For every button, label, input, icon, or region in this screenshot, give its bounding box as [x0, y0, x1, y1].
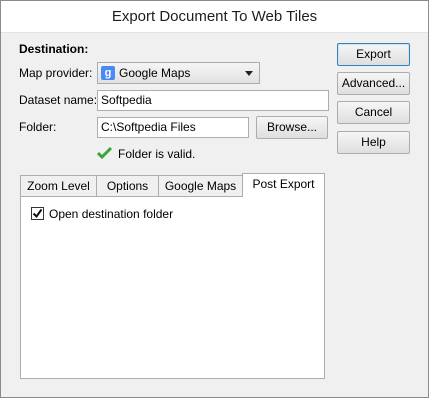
open-folder-checkbox[interactable]: [31, 207, 44, 220]
checkmark-icon: [97, 146, 112, 160]
map-provider-label: Map provider:: [19, 66, 93, 80]
folder-input[interactable]: C:\Softpedia Files: [97, 117, 249, 138]
google-maps-icon: g: [101, 66, 115, 80]
folder-label: Folder:: [19, 120, 57, 134]
tab-google-maps[interactable]: Google Maps: [158, 175, 243, 196]
dataset-name-label: Dataset name:: [19, 93, 98, 107]
advanced-button[interactable]: Advanced...: [337, 72, 410, 95]
map-provider-value: Google Maps: [119, 66, 191, 80]
tab-post-export[interactable]: Post Export: [242, 173, 325, 197]
post-export-panel: Open destination folder: [20, 196, 325, 379]
dataset-name-input[interactable]: Softpedia: [97, 90, 329, 111]
open-folder-label: Open destination folder: [49, 207, 174, 221]
export-button[interactable]: Export: [337, 43, 410, 66]
cancel-button[interactable]: Cancel: [337, 101, 410, 124]
export-dialog: Export Document To Web Tiles Destination…: [0, 0, 429, 398]
chevron-down-icon: [245, 71, 253, 76]
map-provider-select[interactable]: g Google Maps: [97, 62, 260, 84]
browse-button[interactable]: Browse...: [256, 116, 328, 139]
tab-options[interactable]: Options: [96, 175, 159, 196]
folder-status-text: Folder is valid.: [118, 147, 196, 161]
destination-heading: Destination:: [19, 42, 89, 56]
help-button[interactable]: Help: [337, 131, 410, 154]
window-title: Export Document To Web Tiles: [1, 1, 428, 33]
checkbox-check-icon: [32, 208, 43, 219]
tab-zoom-level[interactable]: Zoom Level: [20, 175, 97, 196]
